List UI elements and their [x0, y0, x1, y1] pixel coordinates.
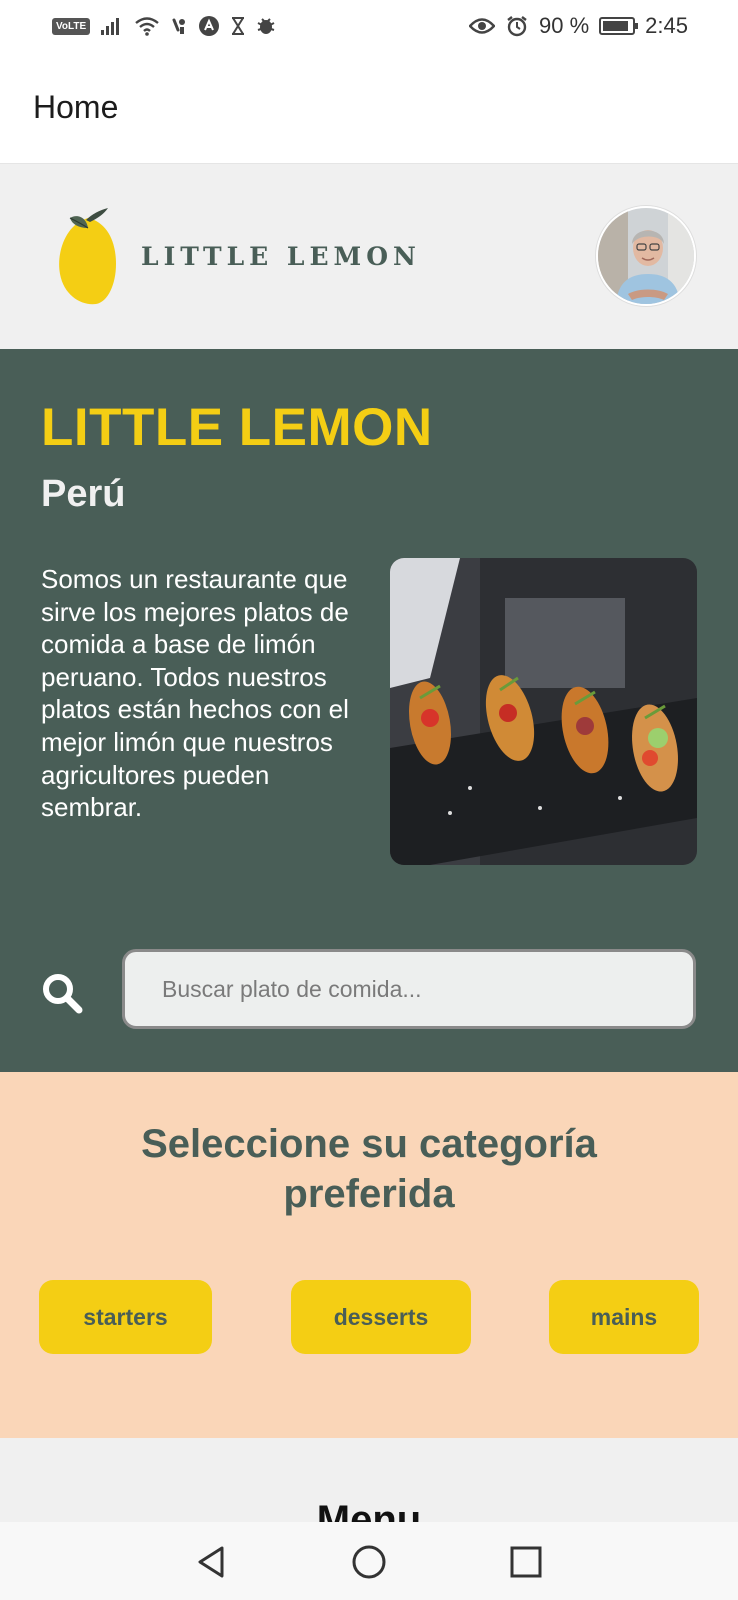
brand-header: LITTLE LEMON	[0, 164, 738, 349]
hero-food-image	[390, 558, 697, 865]
battery-percent: 90 %	[539, 13, 590, 38]
hourglass-icon	[232, 17, 245, 35]
hero-description: Somos un restaurante que sirve los mejor…	[41, 564, 349, 823]
search-input[interactable]	[122, 949, 696, 1029]
system-nav-bar	[0, 1522, 738, 1600]
hero-title: LITTLE LEMON	[41, 398, 433, 457]
screen: VoLTE 90 % 2:45 Home LITTLE LEMON LITTLE…	[0, 0, 738, 1600]
app-bar: Home	[0, 52, 738, 164]
categories-title: Seleccione su categoría preferida	[141, 1122, 597, 1216]
volte-badge: VoLTE	[52, 17, 91, 35]
search-icon[interactable]	[41, 972, 83, 1014]
avatar-photo	[598, 208, 694, 304]
back-icon[interactable]	[192, 1542, 232, 1582]
app-icon	[199, 16, 220, 36]
notification-icon	[172, 18, 186, 34]
recents-icon[interactable]	[506, 1542, 546, 1582]
categories-section: Seleccione su categoría preferida starte…	[0, 1072, 738, 1438]
wifi-icon	[135, 17, 159, 36]
status-bar: VoLTE 90 % 2:45	[0, 0, 738, 52]
eye-icon	[469, 18, 496, 34]
battery-icon	[599, 17, 639, 35]
menu-title: Menu	[316, 1498, 422, 1522]
profile-avatar[interactable]	[596, 206, 696, 306]
category-desserts-button[interactable]: desserts	[291, 1280, 471, 1354]
clock: 2:45	[645, 13, 688, 38]
hero-subtitle: Perú	[41, 473, 126, 515]
logo-text: LITTLE LEMON	[141, 242, 421, 271]
menu-section: Menu	[0, 1438, 738, 1522]
category-starters-button[interactable]: starters	[39, 1280, 212, 1354]
status-right: 90 % 2:45	[469, 13, 688, 39]
hero-food-photo	[390, 558, 697, 865]
hero-section: LITTLE LEMON Perú Somos un restaurante q…	[0, 349, 738, 1072]
home-icon[interactable]	[349, 1542, 389, 1582]
category-mains-button[interactable]: mains	[549, 1280, 699, 1354]
battery-fill	[603, 21, 629, 31]
signal-icon	[101, 18, 120, 35]
bug-icon	[257, 18, 275, 34]
status-left: VoLTE	[52, 15, 276, 37]
app-bar-title: Home	[33, 89, 119, 125]
alarm-icon	[507, 16, 527, 37]
lemon-icon	[59, 208, 116, 305]
